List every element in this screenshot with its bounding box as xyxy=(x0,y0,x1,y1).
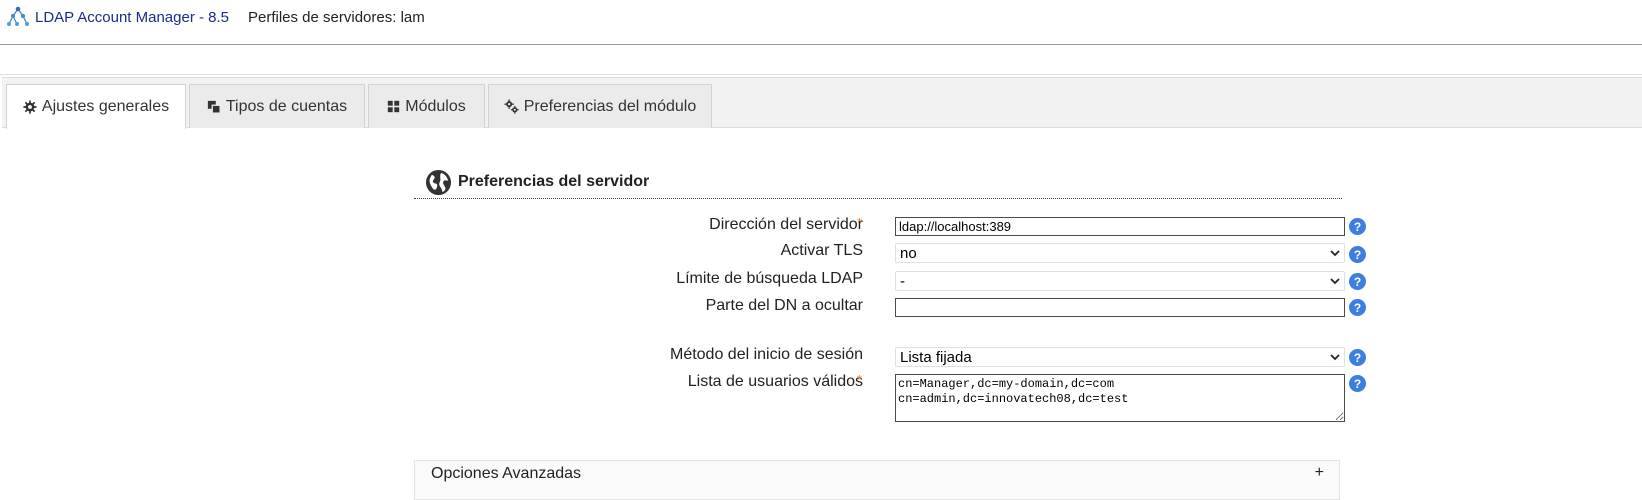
section-title: Preferencias del servidor xyxy=(458,173,650,190)
valid-users-textarea[interactable]: cn=Manager,dc=my-domain,dc=com cn=admin,… xyxy=(895,374,1345,422)
tab-label: Preferencias del módulo xyxy=(523,97,697,115)
ldap-tree-logo-icon xyxy=(7,6,29,26)
grid-icon xyxy=(388,100,400,113)
server-preferences-section-header: Preferencias del servidor xyxy=(414,166,1342,199)
login-method-select[interactable]: Lista fijada xyxy=(895,347,1345,367)
tab-label: Tipos de cuentas xyxy=(225,97,348,115)
login-method-selected-value: Lista fijada xyxy=(900,348,972,366)
tls-label: Activar TLS xyxy=(780,242,863,259)
stacked-squares-icon xyxy=(207,100,221,114)
tab-account-types[interactable]: Tipos de cuentas xyxy=(189,84,365,128)
help-icon[interactable]: ? xyxy=(1349,375,1366,392)
required-marker: * xyxy=(857,372,863,387)
login-method-label: Método del inicio de sesión xyxy=(669,346,863,363)
chevron-down-icon xyxy=(1330,250,1340,257)
help-icon[interactable]: ? xyxy=(1349,299,1366,316)
tab-module-preferences[interactable]: Preferencias del módulo xyxy=(488,84,712,128)
help-icon[interactable]: ? xyxy=(1349,246,1366,263)
advanced-options-toggle[interactable]: Opciones Avanzadas + xyxy=(414,460,1340,500)
expand-plus-icon: + xyxy=(1314,464,1324,481)
dn-hide-label: Parte del DN a ocultar xyxy=(705,297,863,314)
search-limit-label: Límite de búsqueda LDAP xyxy=(676,270,863,287)
help-icon[interactable]: ? xyxy=(1349,218,1366,235)
valid-users-label: Lista de usuarios válidos xyxy=(687,373,863,390)
tls-selected-value: no xyxy=(900,244,917,262)
required-marker: * xyxy=(857,215,863,230)
divider xyxy=(0,74,1642,75)
gear-icon xyxy=(23,100,37,114)
help-icon[interactable]: ? xyxy=(1349,273,1366,290)
tab-label: Ajustes generales xyxy=(41,98,170,115)
search-limit-select[interactable]: - xyxy=(895,271,1345,291)
help-icon[interactable]: ? xyxy=(1349,349,1366,366)
app-title-link[interactable]: LDAP Account Manager - 8.5 xyxy=(35,9,229,26)
dn-hide-input[interactable] xyxy=(895,298,1345,317)
gears-icon xyxy=(504,99,519,114)
tab-label: Módulos xyxy=(405,97,466,115)
server-address-label: Dirección del servidor xyxy=(709,216,863,233)
tab-modules[interactable]: Módulos xyxy=(368,84,485,128)
chevron-down-icon xyxy=(1330,278,1340,285)
search-limit-selected-value: - xyxy=(900,272,905,290)
profile-title: Perfiles de servidores: lam xyxy=(248,9,425,26)
globe-icon xyxy=(425,169,452,196)
chevron-down-icon xyxy=(1330,354,1340,361)
tls-select[interactable]: no xyxy=(895,243,1345,263)
server-address-input[interactable] xyxy=(895,217,1345,236)
app-header: LDAP Account Manager - 8.5 Perfiles de s… xyxy=(0,0,1642,45)
advanced-options-label: Opciones Avanzadas xyxy=(431,465,582,482)
tab-general-settings[interactable]: Ajustes generales xyxy=(6,84,186,129)
